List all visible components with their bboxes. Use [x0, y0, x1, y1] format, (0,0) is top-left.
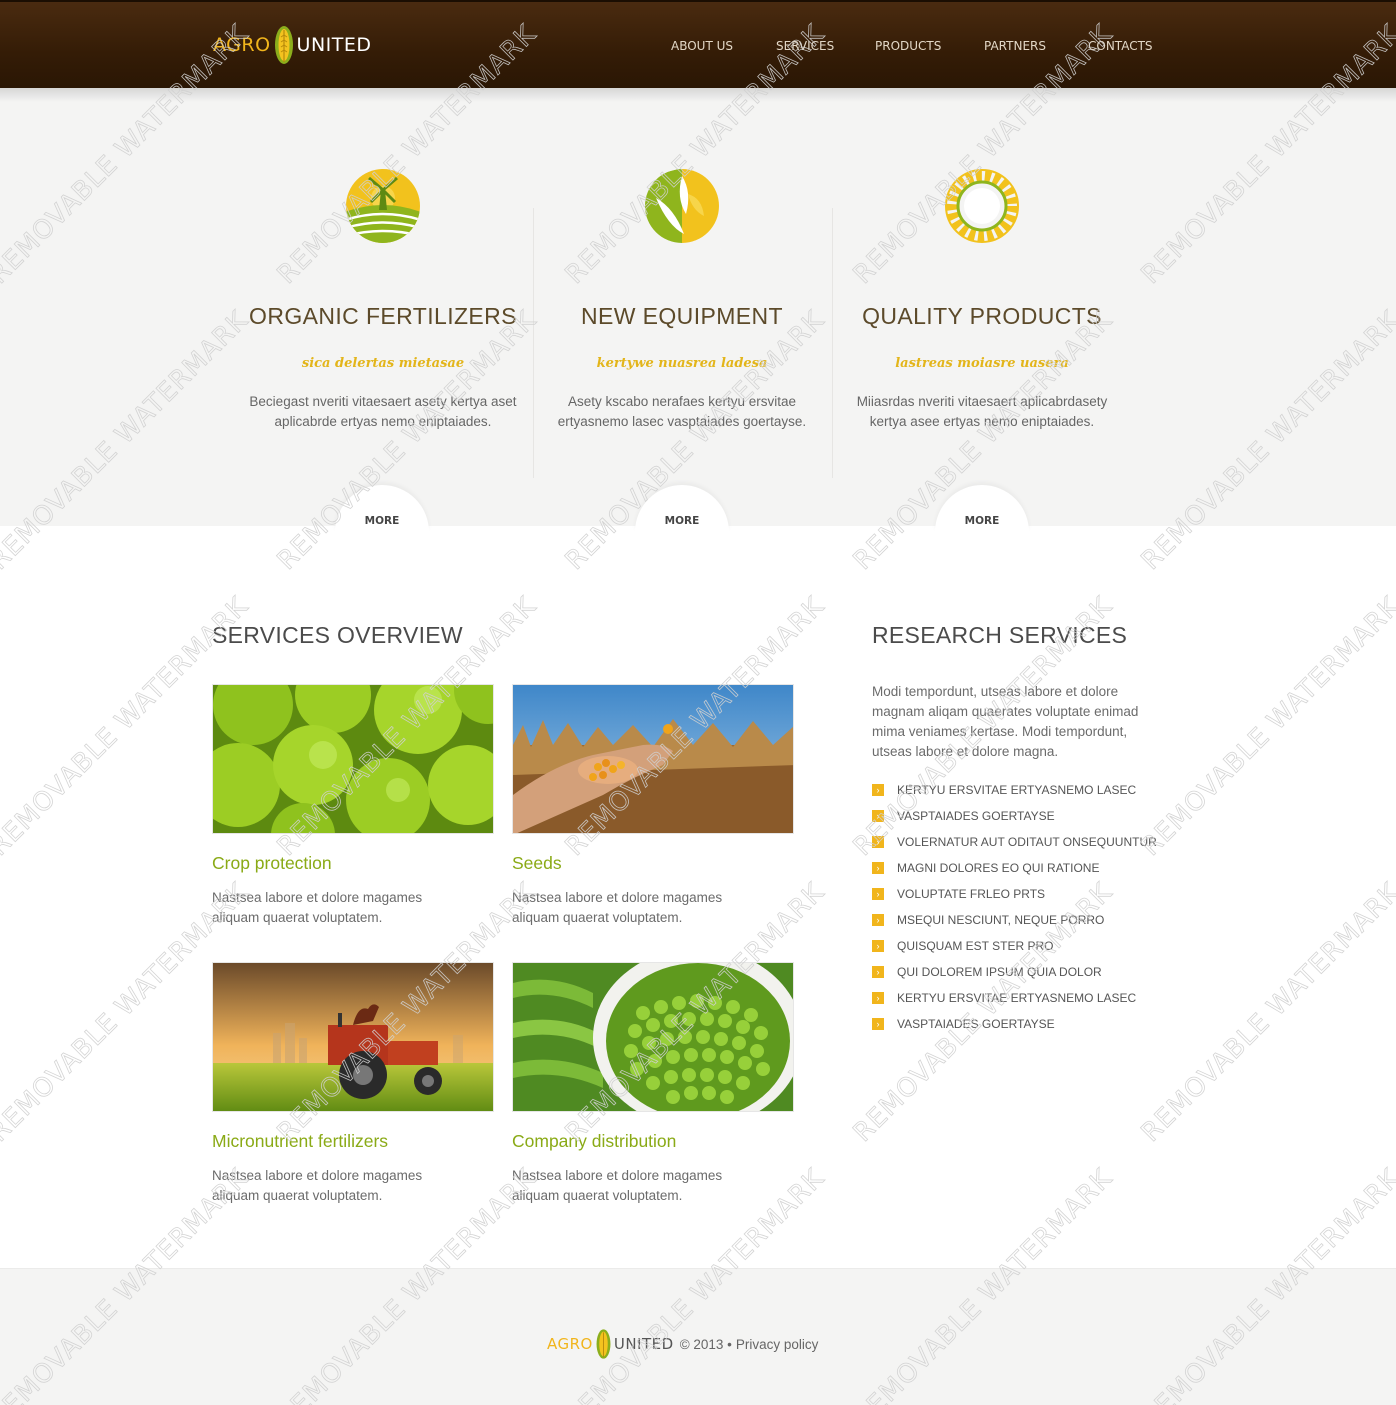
more-tab: MORE [635, 485, 729, 532]
list-item-label: KERTYU ERSVITAE ERTYASNEMO LASEC [897, 783, 1137, 797]
watermark-text: REMOVABLE WATERMARK [1136, 591, 1396, 862]
feature-title: NEW EQUIPMENT [581, 303, 783, 329]
research-description: Modi tempordunt, utseas labore et dolore… [872, 684, 1139, 759]
feature-description: Beciegast nveriti vitaesaert asety kerty… [249, 394, 517, 429]
list-item[interactable]: › KERTYU ERSVITAE ERTYASNEMO LASEC [872, 781, 1172, 807]
list-item-label: QUISQUAM EST STER PRO [897, 939, 1054, 953]
card-description: Nastsea labore et dolore magames aliquam… [512, 890, 723, 925]
feature-description: Asety kscabo nerafaes kertyu ersvitae er… [557, 394, 807, 429]
nav-products[interactable]: PRODUCTS [875, 39, 941, 53]
more-button[interactable]: MORE [335, 515, 429, 527]
list-item[interactable]: › KERTYU ERSVITAE ERTYASNEMO LASEC [872, 989, 1172, 1015]
list-item[interactable]: › MSEQUI NESCIUNT, NEQUE PORRO [872, 911, 1172, 937]
footer-logo: AGRO UNITED © 2013 • Privacy policy [547, 1327, 818, 1361]
feature-subtitle: lastreas moiasre uasera [895, 356, 1069, 371]
features-section: ORGANIC FERTILIZERS sica delertas mietas… [0, 88, 1396, 532]
card-description: Nastsea labore et dolore magames aliquam… [212, 890, 423, 925]
list-item-label: VASPTAIADES GOERTAYSE [897, 809, 1055, 823]
research-services-title: RESEARCH SERVICES [872, 622, 1128, 648]
green-peas-bowl-photo[interactable] [512, 962, 794, 1112]
privacy-policy-link[interactable]: Privacy policy [736, 1337, 819, 1352]
list-item-label: VOLUPTATE FRLEO PRTS [897, 887, 1046, 901]
list-item-label: QUI DOLOREM IPSUM QUIA DOLOR [897, 965, 1102, 979]
services-overview-title: SERVICES OVERVIEW [212, 622, 463, 648]
card-description: Nastsea labore et dolore magames aliquam… [212, 1168, 423, 1203]
wheat-logo-icon [596, 1329, 611, 1359]
copyright-text: © 2013 • [679, 1336, 732, 1352]
research-list: › KERTYU ERSVITAE ERTYASNEMO LASEC › VASPT… [872, 781, 1172, 1041]
list-item-label: KERTYU ERSVITAE ERTYASNEMO LASEC [897, 991, 1137, 1005]
main-nav: ABOUT US SERVICES PRODUCTS PARTNERS CONT… [0, 39, 1396, 55]
watermark-text: REMOVABLE WATERMARK [1136, 877, 1396, 1148]
list-item-label: VOLERNATUR AUT ODITAUT ONSEQUUNTUR [897, 835, 1157, 849]
feature-subtitle: kertywe nuasrea ladesa [596, 356, 768, 371]
hand-corn-seeds-photo[interactable] [512, 684, 794, 834]
site-footer: AGRO UNITED © 2013 • Privacy policy [0, 1268, 1396, 1405]
more-tab: MORE [335, 485, 429, 532]
list-item-label: VASPTAIADES GOERTAYSE [897, 1017, 1055, 1031]
more-button[interactable]: MORE [635, 515, 729, 527]
arrow-bullet-icon: › [872, 1018, 884, 1030]
windmill-field-icon [346, 169, 420, 243]
feature-divider [533, 208, 534, 478]
list-item-label: MSEQUI NESCIUNT, NEQUE PORRO [897, 913, 1105, 927]
card-title[interactable]: Seeds [512, 853, 562, 874]
arrow-bullet-icon: › [872, 862, 884, 874]
card-title[interactable]: Micronutrient fertilizers [212, 1131, 388, 1152]
card-title[interactable]: Crop protection [212, 853, 332, 874]
arrow-bullet-icon: › [872, 810, 884, 822]
list-item-label: MAGNI DOLORES EO QUI RATIONE [897, 861, 1100, 875]
nav-partners[interactable]: PARTNERS [984, 39, 1046, 53]
list-item[interactable]: › QUI DOLOREM IPSUM QUIA DOLOR [872, 963, 1172, 989]
arrow-bullet-icon: › [872, 966, 884, 978]
arrow-bullet-icon: › [872, 914, 884, 926]
more-tab: MORE [935, 485, 1029, 532]
list-item[interactable]: › VOLERNATUR AUT ODITAUT ONSEQUUNTUR [872, 833, 1172, 859]
list-item[interactable]: › VOLUPTATE FRLEO PRTS [872, 885, 1172, 911]
arrow-bullet-icon: › [872, 940, 884, 952]
arrow-bullet-icon: › [872, 784, 884, 796]
list-item[interactable]: › QUISQUAM EST STER PRO [872, 937, 1172, 963]
card-description: Nastsea labore et dolore magames aliquam… [512, 1168, 723, 1203]
list-item[interactable]: › MAGNI DOLORES EO QUI RATIONE [872, 859, 1172, 885]
wheat-wreath-icon [945, 169, 1019, 243]
feature-description: Miiasrdas nveriti vitaesaert aplicabrdas… [856, 394, 1108, 429]
arrow-bullet-icon: › [872, 992, 884, 1004]
green-apples-photo[interactable] [212, 684, 494, 834]
tractor-rooster-photo[interactable] [212, 962, 494, 1112]
feature-title: QUALITY PRODUCTS [862, 303, 1102, 329]
feature-divider [832, 208, 833, 478]
list-item[interactable]: › VASPTAIADES GOERTAYSE [872, 807, 1172, 833]
more-button[interactable]: MORE [935, 515, 1029, 527]
nav-services[interactable]: SERVICES [776, 39, 834, 53]
site-header: AGRO UNITED ABOUT US SERVICES PRODUCTS P… [0, 0, 1396, 88]
card-title[interactable]: Company distribution [512, 1131, 676, 1152]
arrow-bullet-icon: › [872, 888, 884, 900]
list-item[interactable]: › VASPTAIADES GOERTAYSE [872, 1015, 1172, 1041]
feature-subtitle: sica delertas mietasae [301, 356, 465, 371]
nav-contacts[interactable]: CONTACTS [1088, 39, 1153, 53]
nav-about-us[interactable]: ABOUT US [671, 39, 733, 53]
logo-united-text: UNITED [613, 1335, 674, 1353]
leaf-wheat-icon [645, 169, 719, 243]
logo-agro-text: AGRO [547, 1335, 593, 1353]
arrow-bullet-icon: › [872, 836, 884, 848]
feature-title: ORGANIC FERTILIZERS [249, 303, 517, 329]
